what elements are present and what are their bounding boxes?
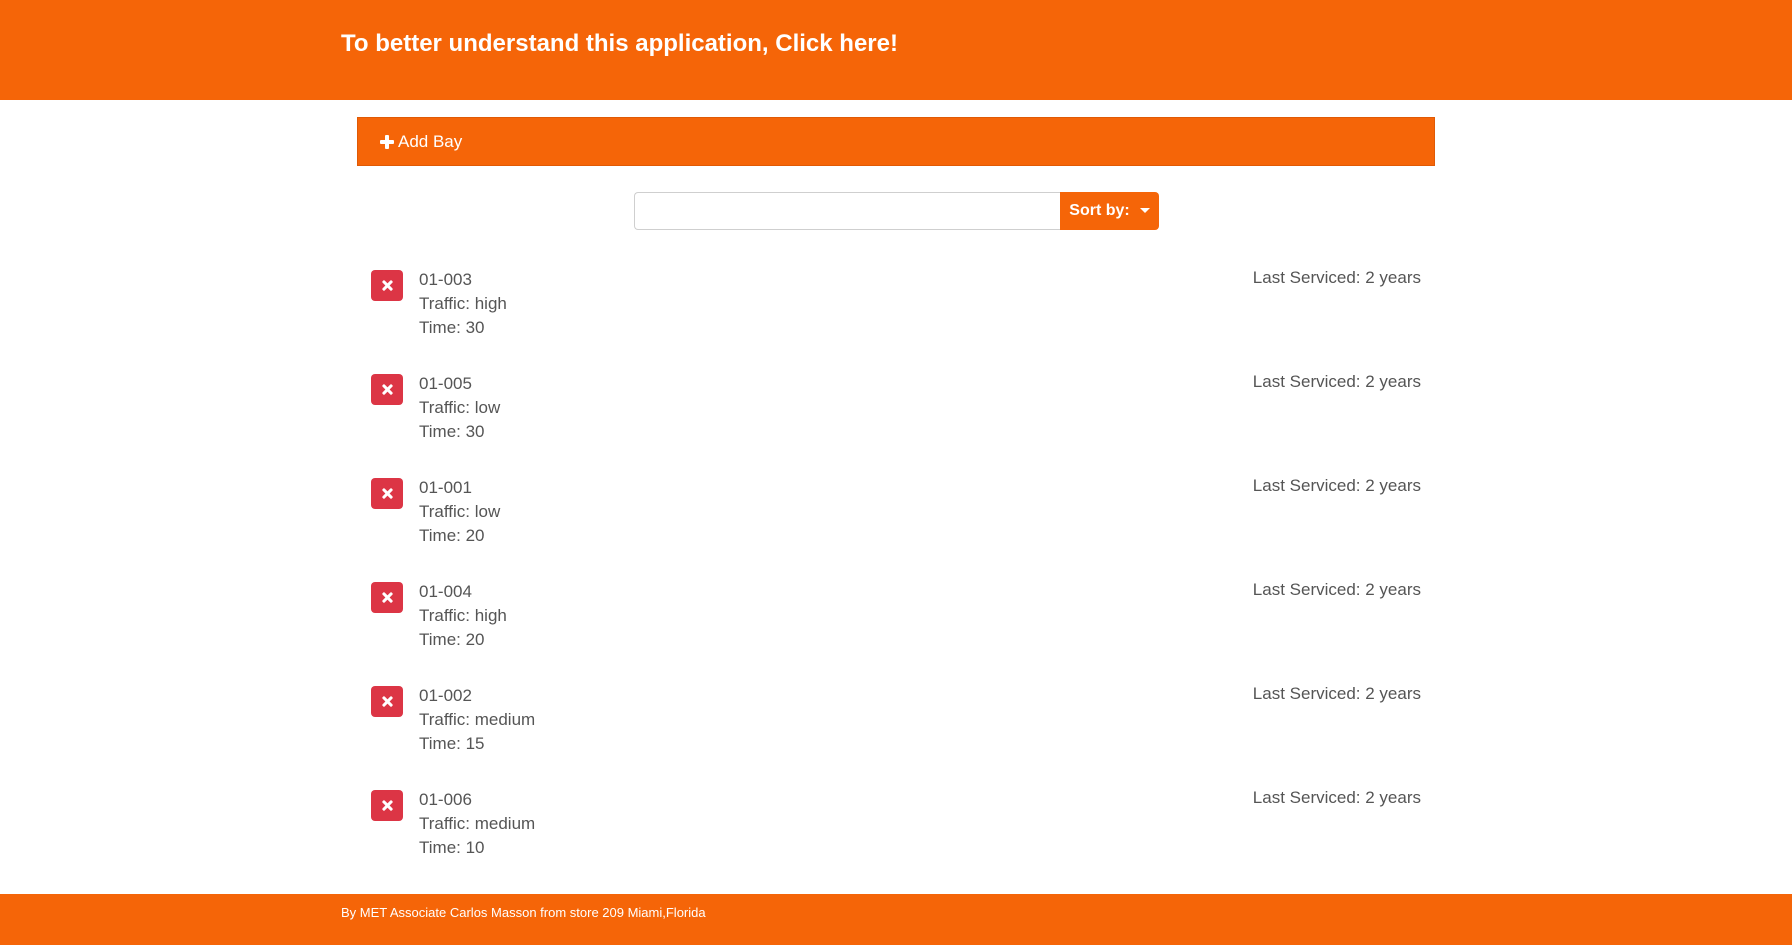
delete-button[interactable] xyxy=(371,582,403,613)
bay-time: Time: 20 xyxy=(419,630,485,649)
close-icon xyxy=(382,488,393,499)
bay-info: 01-002 Traffic: medium Time: 15 xyxy=(419,684,535,756)
footer-credit: By MET Associate Carlos Masson from stor… xyxy=(341,905,706,920)
bay-time: Time: 30 xyxy=(419,422,485,441)
bay-list: 01-003 Traffic: high Time: 30 Last Servi… xyxy=(357,268,1435,892)
bay-traffic: Traffic: high xyxy=(419,294,507,313)
bay-id: 01-002 xyxy=(419,686,472,705)
list-item: 01-006 Traffic: medium Time: 10 Last Ser… xyxy=(357,788,1435,892)
last-serviced: Last Serviced: 2 years xyxy=(1252,580,1421,599)
search-input[interactable] xyxy=(634,192,1060,230)
bay-traffic: Traffic: medium xyxy=(419,710,536,729)
bay-time: Time: 10 xyxy=(419,838,485,857)
add-bay-label: Add Bay xyxy=(398,131,463,151)
search-group: Sort by: xyxy=(634,192,1159,230)
page-header: To better understand this application, C… xyxy=(0,0,1792,100)
bay-info: 01-004 Traffic: high Time: 20 xyxy=(419,580,507,652)
last-serviced: Last Serviced: 2 years xyxy=(1252,268,1421,287)
last-serviced: Last Serviced: 2 years xyxy=(1252,788,1421,807)
delete-button[interactable] xyxy=(371,270,403,301)
close-icon xyxy=(382,800,393,811)
add-bay-button[interactable]: Add Bay xyxy=(357,117,1435,166)
bay-traffic: Traffic: low xyxy=(419,502,501,521)
help-link[interactable]: To better understand this application, C… xyxy=(341,30,898,58)
bay-time: Time: 30 xyxy=(419,318,485,337)
bay-time: Time: 15 xyxy=(419,734,485,753)
delete-button[interactable] xyxy=(371,790,403,821)
list-item: 01-002 Traffic: medium Time: 15 Last Ser… xyxy=(357,684,1435,788)
delete-button[interactable] xyxy=(371,374,403,405)
delete-button[interactable] xyxy=(371,478,403,509)
list-item: 01-003 Traffic: high Time: 30 Last Servi… xyxy=(357,268,1435,372)
bay-traffic: Traffic: low xyxy=(419,398,501,417)
close-icon xyxy=(382,592,393,603)
list-item: 01-005 Traffic: low Time: 30 Last Servic… xyxy=(357,372,1435,476)
list-item: 01-001 Traffic: low Time: 20 Last Servic… xyxy=(357,476,1435,580)
bay-traffic: Traffic: high xyxy=(419,606,507,625)
bay-info: 01-005 Traffic: low Time: 30 xyxy=(419,372,500,444)
close-icon xyxy=(382,280,393,291)
sort-by-label: Sort by: xyxy=(1069,202,1130,219)
delete-button[interactable] xyxy=(371,686,403,717)
close-icon xyxy=(382,696,393,707)
bay-id: 01-003 xyxy=(419,270,472,289)
list-item: 01-004 Traffic: high Time: 20 Last Servi… xyxy=(357,580,1435,684)
last-serviced: Last Serviced: 2 years xyxy=(1252,476,1421,495)
bay-info: 01-006 Traffic: medium Time: 10 xyxy=(419,788,535,860)
page-footer: By MET Associate Carlos Masson from stor… xyxy=(0,894,1792,945)
bay-id: 01-004 xyxy=(419,582,472,601)
bay-id: 01-001 xyxy=(419,478,472,497)
bay-id: 01-005 xyxy=(419,374,472,393)
bay-id: 01-006 xyxy=(419,790,472,809)
bay-time: Time: 20 xyxy=(419,526,485,545)
bay-info: 01-003 Traffic: high Time: 30 xyxy=(419,268,507,340)
last-serviced: Last Serviced: 2 years xyxy=(1252,684,1421,703)
sort-by-dropdown[interactable]: Sort by: xyxy=(1060,192,1159,230)
plus-icon xyxy=(380,134,394,149)
last-serviced: Last Serviced: 2 years xyxy=(1252,372,1421,391)
caret-down-icon xyxy=(1139,207,1150,213)
close-icon xyxy=(382,384,393,395)
bay-traffic: Traffic: medium xyxy=(419,814,536,833)
bay-info: 01-001 Traffic: low Time: 20 xyxy=(419,476,500,548)
